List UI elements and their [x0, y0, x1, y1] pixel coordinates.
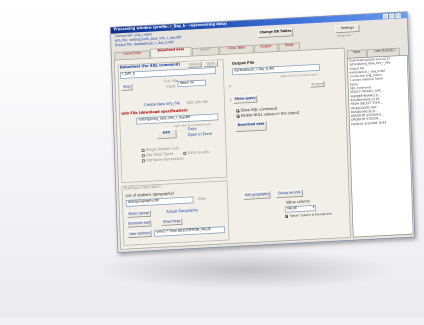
floor-reflection [0, 318, 424, 325]
data-results-checkbox[interactable] [183, 151, 187, 156]
processing-window: Processing window (profile: r_Day_b - re… [110, 11, 416, 253]
info-file-copy-link[interactable]: Copy [188, 127, 197, 132]
use-fixed-types-checkbox[interactable] [141, 154, 145, 158]
datasheet-stop-button[interactable]: Stop [121, 83, 133, 91]
group-records-button[interactable]: Group records [275, 189, 303, 199]
single-station-checkbox[interactable] [141, 148, 145, 152]
show-sql-checkbox[interactable] [236, 109, 240, 113]
minimize-button[interactable] [382, 13, 388, 19]
settings-sub-label: (Regional) [336, 33, 352, 38]
add-geography-button[interactable]: Add geography [243, 190, 271, 200]
attribute-expressions-checkbox[interactable] [141, 159, 145, 163]
stations-view-link[interactable]: View [198, 197, 207, 202]
info-file-edit-button[interactable]: Edit [156, 129, 177, 140]
chevron-down-icon: ▾ [312, 205, 315, 210]
delete-null-checkbox[interactable] [236, 114, 240, 118]
tips-label: Tips [390, 47, 397, 52]
close-button[interactable] [395, 13, 401, 18]
to-excel-button[interactable]: To excel [310, 80, 325, 88]
elements-button[interactable]: Elements (all) [127, 219, 152, 228]
show-geography-button[interactable]: Show r.geogr [126, 209, 151, 218]
maximize-button[interactable] [389, 13, 395, 19]
download-data-button[interactable]: Download data [235, 120, 267, 133]
datasheet-open-button[interactable]: Open [203, 60, 218, 68]
value-last-checkbox[interactable] [285, 214, 288, 218]
show-query-button[interactable]: Show query [233, 94, 258, 104]
input-label: Input [166, 84, 176, 90]
datasheet-options-button[interactable]: Options [187, 61, 202, 68]
show-regs-button[interactable]: Show Regs [160, 218, 183, 226]
change-db-tables-button[interactable]: Change DB Tables [257, 27, 294, 38]
settings-button[interactable]: Settings [335, 24, 360, 34]
window-shadow [95, 250, 395, 290]
window-title: Processing window (profile: r_Day_b - re… [113, 21, 227, 33]
path-left-label: P [229, 85, 232, 90]
screenshot-stage: Processing window (profile: r_Day_b - re… [0, 0, 424, 325]
from-list-label: Fch, file [164, 78, 178, 85]
path-left2-label: F [229, 98, 232, 104]
user-defined-button[interactable]: User defined [127, 230, 152, 239]
log-pane: Downloading data around 27 settings/srig… [346, 54, 414, 238]
